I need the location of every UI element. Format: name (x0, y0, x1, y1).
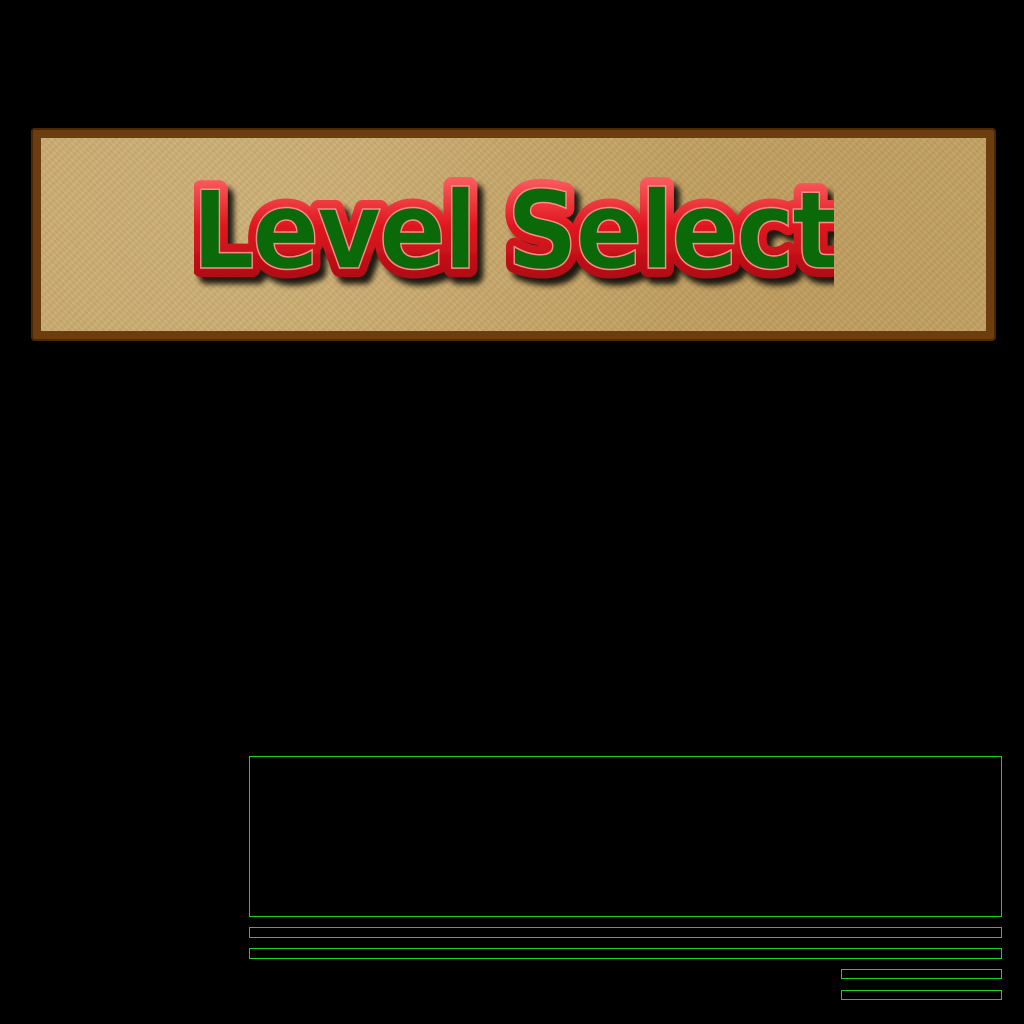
action-button-1[interactable] (841, 969, 1002, 979)
level-info-row-2 (249, 948, 1002, 959)
page-title: Level Select (194, 169, 834, 294)
action-button-2[interactable] (841, 990, 1002, 1000)
title-graphic: Level Select Level Select (194, 160, 834, 302)
level-info-row-1 (249, 927, 1002, 938)
title-banner: Level Select Level Select (31, 128, 996, 341)
title-banner-paper: Level Select Level Select (41, 138, 986, 331)
level-preview-panel (249, 756, 1002, 917)
